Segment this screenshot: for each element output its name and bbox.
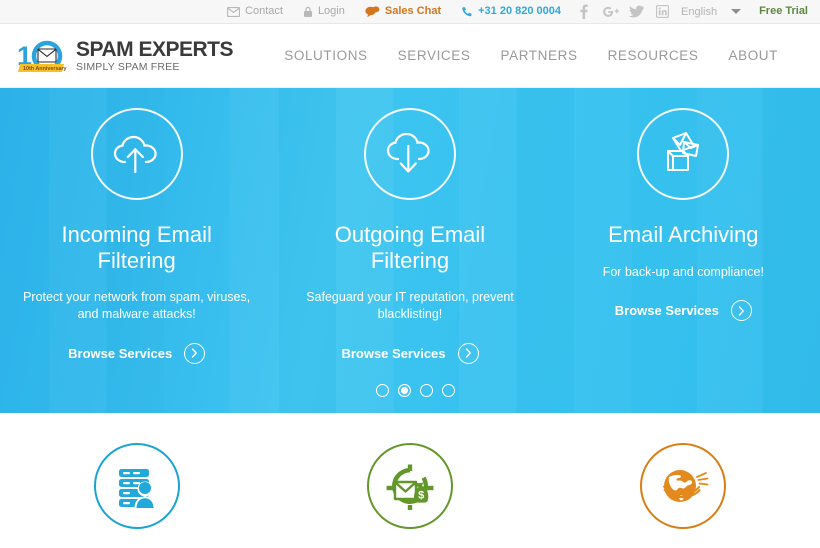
recycle-mail-money-icon: $ (366, 443, 453, 529)
browse-services-button-outgoing[interactable]: Browse Services (341, 342, 479, 364)
svg-text:$: $ (418, 490, 424, 502)
hero-slide-row: Incoming Email Filtering Protect your ne… (0, 88, 820, 413)
site-header: 1 10th Anniversary SPAM EXPERTS SIMPLY S… (0, 24, 820, 88)
carousel-dot-1[interactable] (375, 384, 389, 397)
lock-icon (303, 6, 313, 18)
carousel-pagination (0, 384, 820, 397)
twitter-icon[interactable] (623, 1, 649, 23)
globe-orbit-icon (640, 443, 727, 529)
carousel-dot-3[interactable] (419, 384, 433, 397)
browse-services-label-incoming: Browse Services (68, 345, 173, 361)
feature-item-hosting[interactable] (0, 443, 273, 529)
carousel-dot-2[interactable] (397, 384, 411, 397)
topbar-link-login[interactable]: Login (293, 6, 355, 18)
chevron-right-icon (730, 300, 752, 322)
hero-panel-incoming: Incoming Email Filtering Protect your ne… (0, 108, 273, 413)
topbar-link-sales-chat[interactable]: Sales Chat (355, 6, 451, 18)
hero-heading-archiving: Email Archiving (608, 222, 759, 247)
topbar-link-sales-chat-label: Sales Chat (384, 5, 442, 17)
browse-services-button-incoming[interactable]: Browse Services (68, 342, 206, 364)
facebook-icon[interactable] (571, 1, 597, 23)
chevron-down-icon (731, 9, 742, 14)
logo-title: SPAM EXPERTS (76, 37, 233, 61)
hero-heading-outgoing: Outgoing Email Filtering (334, 222, 486, 273)
google-plus-icon[interactable] (597, 1, 623, 23)
browse-services-label-outgoing: Browse Services (341, 345, 446, 361)
feature-item-revenue[interactable]: $ (273, 443, 546, 529)
hero-description-archiving: For back-up and compliance! (602, 264, 764, 279)
nav-item-services[interactable]: SERVICES (398, 48, 471, 63)
feature-icon-row: $ (0, 413, 820, 529)
hero-panel-outgoing: Outgoing Email Filtering Safeguard your … (273, 108, 546, 413)
chevron-right-icon (457, 342, 479, 364)
server-user-icon (93, 443, 180, 529)
main-navigation: SOLUTIONS SERVICES PARTNERS RESOURCES AB… (284, 48, 778, 63)
hero-carousel: Incoming Email Filtering Protect your ne… (0, 88, 820, 413)
chevron-right-icon (184, 342, 206, 364)
anniversary-badge-icon: 1 10th Anniversary (16, 36, 70, 76)
free-trial-label: Free Trial (759, 5, 808, 17)
topbar-link-contact[interactable]: Contact (217, 6, 293, 17)
svg-text:10th Anniversary: 10th Anniversary (23, 66, 67, 72)
phone-icon (461, 6, 473, 18)
hero-panel-archiving: Email Archiving For back-up and complian… (547, 108, 820, 413)
browse-services-label-archiving: Browse Services (614, 303, 719, 319)
envelope-icon (227, 6, 241, 17)
language-selector[interactable]: English (675, 6, 749, 18)
browse-services-button-archiving[interactable]: Browse Services (614, 300, 752, 322)
archive-box-icon (637, 108, 730, 200)
topbar-link-login-label: Login (317, 5, 345, 17)
topbar-phone-number-label: +31 20 820 0004 (478, 5, 561, 17)
top-utility-bar: Contact Login Sales Chat +31 20 820 0004 (0, 0, 820, 24)
logo-text-block: SPAM EXPERTS SIMPLY SPAM FREE (76, 39, 233, 73)
topbar-social-links (571, 1, 675, 23)
logo-subtitle: SIMPLY SPAM FREE (76, 60, 180, 73)
carousel-dot-4[interactable] (441, 384, 455, 397)
chat-bubble-icon (365, 5, 380, 18)
site-logo[interactable]: 1 10th Anniversary SPAM EXPERTS SIMPLY S… (16, 36, 233, 76)
hero-description-incoming: Protect your network from spam, viruses,… (23, 290, 251, 321)
topbar-phone-number[interactable]: +31 20 820 0004 (451, 6, 571, 18)
cloud-download-icon (363, 108, 456, 200)
nav-item-about[interactable]: ABOUT (728, 48, 778, 63)
cloud-upload-icon (90, 108, 183, 200)
free-trial-button[interactable]: Free Trial (749, 6, 812, 17)
nav-item-solutions[interactable]: SOLUTIONS (284, 48, 367, 63)
hero-heading-incoming: Incoming Email Filtering (61, 222, 212, 273)
language-selector-label: English (681, 5, 718, 18)
linkedin-icon[interactable] (649, 1, 675, 23)
feature-item-global[interactable] (547, 443, 820, 529)
nav-item-partners[interactable]: PARTNERS (500, 48, 577, 63)
topbar-link-contact-label: Contact (245, 5, 283, 17)
hero-description-outgoing: Safeguard your IT reputation, prevent bl… (306, 290, 514, 321)
nav-item-resources[interactable]: RESOURCES (608, 48, 699, 63)
